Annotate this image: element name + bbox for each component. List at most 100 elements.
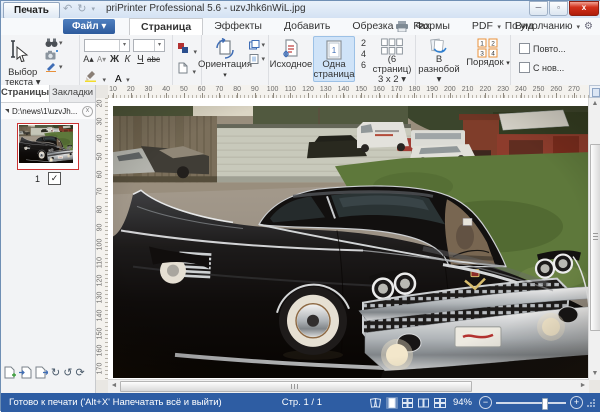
print-quick-button[interactable]: Печать	[3, 2, 60, 19]
scroll-right-icon[interactable]: ►	[577, 380, 589, 392]
page-thumbnail-image	[19, 125, 73, 163]
book-view-icon[interactable]	[370, 397, 382, 409]
font-family-dropdown-icon[interactable]: ▾	[119, 40, 129, 51]
repeat-checkbox[interactable]: Повто...	[519, 43, 566, 54]
vertical-scrollbar[interactable]: ▲ ▼	[588, 98, 600, 380]
maximize-button[interactable]: ▫	[549, 1, 568, 16]
rotate-cw-icon[interactable]: ↻	[51, 367, 60, 379]
tab-effects[interactable]: Эффекты	[203, 18, 273, 35]
scroll-down-icon[interactable]: ▼	[589, 368, 600, 380]
multi-page-view-icon[interactable]	[402, 397, 414, 409]
repeat-checkbox-box[interactable]	[519, 43, 530, 54]
zoom-out-button[interactable]: −	[479, 396, 492, 409]
underline-button[interactable]: Ч	[134, 54, 147, 65]
group-font: ▾ ▾ А▴ А▾ Ж К Ч abc ▾ А ▾	[80, 35, 173, 85]
panel-tab-pages[interactable]: Страницы	[1, 85, 50, 102]
close-document-icon[interactable]: x	[82, 106, 93, 117]
shuffle-button[interactable]: В разнобой ▾	[416, 35, 462, 85]
ribbon-tab-row: Файл ▾ Страница Эффекты Добавить Обрезка…	[1, 18, 600, 36]
snapshot-button[interactable]	[45, 50, 63, 60]
settings-gear-icon[interactable]: ⚙	[584, 21, 593, 32]
shuffle-pages-icon	[427, 38, 451, 55]
orientation-label: Ориентация	[198, 59, 252, 70]
svg-text:2: 2	[491, 41, 495, 48]
document-tree-item[interactable]: D:\news\1\uzvJh... x	[1, 103, 95, 119]
group-select-text: Выбор текста ▾ ▾ ▾	[1, 35, 80, 85]
horizontal-scrollbar-thumb[interactable]	[120, 381, 472, 392]
margins-dropdown-icon: ▾	[261, 55, 265, 63]
pen-annotate-button[interactable]: ▾	[45, 62, 63, 72]
undo-icon[interactable]: ↶	[63, 2, 72, 17]
one-page-button[interactable]: 1 Одна страница	[313, 36, 355, 82]
font-size-dropdown-icon[interactable]: ▾	[154, 40, 164, 51]
minimize-button[interactable]: ─	[529, 1, 548, 16]
rotate-180-icon[interactable]: ⟳	[75, 367, 84, 379]
find-button[interactable]: ▾	[45, 38, 63, 48]
ruler-corner-icon	[592, 88, 600, 97]
grow-font-button[interactable]: А▴	[82, 54, 95, 65]
page-color-button[interactable]: ▾	[178, 41, 197, 59]
add-page-icon[interactable]	[4, 366, 16, 379]
vertical-scrollbar-thumb[interactable]	[590, 144, 600, 331]
text-cursor-icon	[5, 39, 31, 63]
zoom-slider[interactable]	[496, 402, 566, 404]
six-pages-grid-button[interactable]: (6 страниц) 3 x 2 ▾	[371, 35, 413, 85]
profile-name[interactable]: По умолчанию	[505, 21, 573, 32]
redo-icon[interactable]: ↻	[77, 2, 86, 17]
page-thumbnail[interactable]	[17, 123, 79, 170]
strikethrough-button[interactable]: abc	[147, 55, 160, 64]
with-new-checkbox[interactable]: С нов...	[519, 62, 566, 73]
zoom-slider-thumb[interactable]	[542, 398, 548, 410]
original-layout-button[interactable]: Исходное	[269, 35, 313, 85]
printer-dropdown-icon[interactable]: ▾	[497, 23, 501, 31]
horizontal-scrollbar[interactable]: ◄ ►	[108, 379, 589, 393]
two-page-view-icon[interactable]	[418, 397, 430, 409]
two-pages-button[interactable]: 2	[361, 38, 366, 48]
one-page-label2: страница	[314, 69, 355, 80]
pages-panel: Страницы Закладки D:\news\1\uzvJh... x 1…	[1, 85, 96, 393]
order-dropdown-icon: ▾	[506, 60, 510, 67]
continuous-view-icon[interactable]	[434, 397, 446, 409]
paper-size-button[interactable]: ▾	[249, 40, 265, 50]
four-pages-button[interactable]: 4	[361, 49, 366, 59]
camera-plus-icon	[45, 50, 58, 60]
insert-page-after-icon[interactable]	[35, 366, 48, 379]
tab-add[interactable]: Добавить	[273, 18, 341, 35]
page-include-checkbox[interactable]: ✓	[48, 172, 61, 185]
printer-name[interactable]: Fax	[413, 21, 493, 32]
rotate-ccw-icon[interactable]: ↺	[63, 367, 72, 379]
zoom-in-button[interactable]: +	[570, 396, 583, 409]
binoculars-icon	[45, 38, 58, 48]
orientation-button[interactable]: Ориентация ▾	[202, 35, 248, 85]
font-family-combo[interactable]: ▾	[84, 39, 130, 52]
six-pages-button[interactable]: 6	[361, 60, 366, 70]
bold-button[interactable]: Ж	[108, 54, 121, 65]
margins-button[interactable]: ▾	[249, 54, 265, 64]
insert-page-before-icon[interactable]	[19, 366, 32, 379]
italic-button[interactable]: К	[121, 54, 134, 65]
customize-toolbar-icon[interactable]: ▾	[91, 2, 95, 17]
close-button[interactable]: x	[569, 1, 599, 16]
ribbon: Выбор текста ▾ ▾ ▾ ▾ ▾ А▴ А▾ Ж К	[1, 35, 600, 86]
ruler-corner-button[interactable]	[589, 85, 600, 98]
panel-tab-bookmarks[interactable]: Закладки	[50, 85, 95, 102]
six-pages-grid-icon	[380, 38, 404, 55]
repeat-checkbox-label: Повто...	[533, 44, 566, 54]
preview-page[interactable]	[108, 98, 589, 380]
tab-page[interactable]: Страница	[129, 18, 203, 36]
order-button[interactable]: 1234 Порядок ▾	[466, 35, 510, 85]
highlight-dropdown-icon: ▾	[102, 77, 106, 84]
profile-dropdown-icon[interactable]: ▾	[577, 23, 581, 31]
tree-expander-icon[interactable]	[5, 109, 9, 113]
font-size-combo[interactable]: ▾	[133, 39, 165, 52]
shrink-font-button[interactable]: А▾	[95, 55, 108, 64]
svg-text:1: 1	[480, 41, 484, 48]
scroll-up-icon[interactable]: ▲	[589, 98, 600, 110]
single-page-view-icon[interactable]	[386, 397, 398, 409]
with-new-checkbox-box[interactable]	[519, 62, 530, 73]
scroll-left-icon[interactable]: ◄	[108, 380, 120, 392]
file-menu-button[interactable]: Файл ▾	[63, 19, 115, 34]
select-text-button[interactable]: Выбор текста ▾	[5, 39, 40, 88]
resize-grip[interactable]	[587, 399, 595, 407]
page-border-button[interactable]: ▾	[178, 61, 196, 79]
